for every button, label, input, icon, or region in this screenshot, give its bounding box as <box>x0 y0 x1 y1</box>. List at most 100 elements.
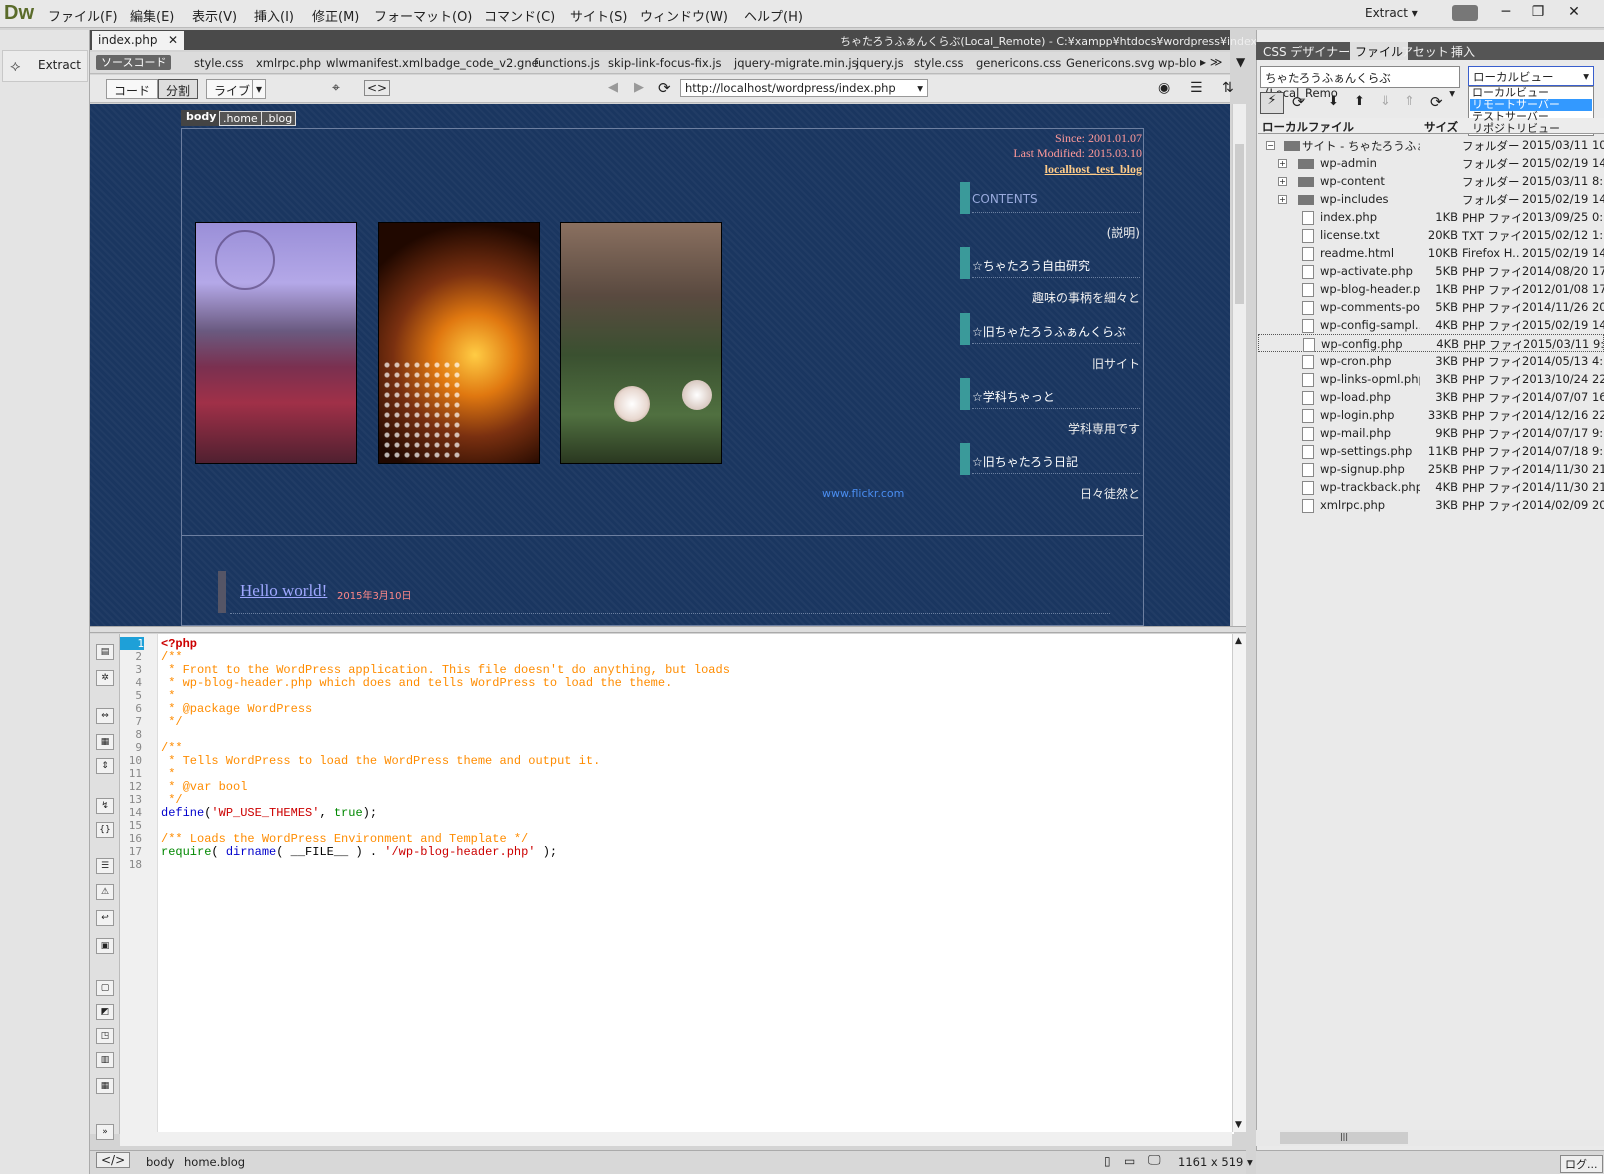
menu-item[interactable]: ファイル(F) <box>48 6 118 25</box>
more-files-icon[interactable]: ▸ ≫ <box>1200 55 1222 69</box>
file-row[interactable]: wp-blog-header.p... 1KB PHP ファイ...2012/01/… <box>1258 280 1604 298</box>
code-line[interactable]: * Tells WordPress to load the WordPress … <box>161 754 600 768</box>
inspect-icon[interactable]: ⌖ <box>332 80 340 96</box>
file-management-icon[interactable]: ☰ <box>1190 80 1203 96</box>
sync-icon[interactable]: ⇅ <box>1222 80 1234 96</box>
file-row[interactable]: wp-load.php 3KB PHP ファイ...2014/07/07 16 <box>1258 388 1604 406</box>
format-source-icon[interactable]: ▦ <box>96 1078 114 1094</box>
desktop-size-icon[interactable]: 🖵 <box>1148 1153 1161 1168</box>
back-icon[interactable]: ◀ <box>608 80 618 95</box>
flickr-link[interactable]: www.flickr.com <box>822 487 904 500</box>
code-line[interactable]: * Front to the WordPress application. Th… <box>161 663 730 677</box>
refresh-files-icon[interactable]: ⟳ <box>1292 93 1305 111</box>
wrap-tag-icon[interactable]: ◩ <box>96 1004 114 1020</box>
collapse-icon[interactable]: ✲ <box>96 670 114 686</box>
element-tag-body[interactable]: body <box>181 110 222 126</box>
file-row[interactable]: + wp-admin フォルダー 2015/02/19 14 <box>1258 154 1604 172</box>
select-parent-icon[interactable]: ▦ <box>96 734 114 750</box>
expand-icon[interactable]: + <box>1278 195 1287 204</box>
file-row[interactable]: readme.html 10KB Firefox H... 2015/02/19 14 <box>1258 244 1604 262</box>
expand-icon[interactable]: + <box>1278 159 1287 168</box>
url-field[interactable]: http://localhost/wordpress/index.php ▾ <box>680 79 928 97</box>
blog-name-link[interactable]: localhost_test_blog <box>990 162 1142 177</box>
related-file-tab[interactable]: jquery.js <box>856 56 904 70</box>
remove-comment-icon[interactable]: ▢ <box>96 980 114 996</box>
file-row[interactable]: xmlrpc.php 3KB PHP ファイ...2014/02/09 20 <box>1258 496 1604 514</box>
menu-item[interactable]: サイト(S) <box>570 6 627 25</box>
file-row[interactable]: − サイト - ちゃたろうふぁ... フォルダー2015/03/11 10 <box>1258 136 1604 154</box>
log-button[interactable]: ログ... <box>1560 1155 1603 1173</box>
view-option[interactable]: リポジトリビュー <box>1470 123 1592 135</box>
check-out-icon[interactable]: ⇓ <box>1380 94 1391 109</box>
view-selector[interactable]: ローカルビュー ▾ <box>1468 66 1594 86</box>
code-line[interactable]: require( dirname( __FILE__ ) . '/wp-blog… <box>161 845 557 859</box>
related-file-tab[interactable]: badge_code_v2.gne <box>424 56 539 70</box>
related-file-tab[interactable]: genericons.css <box>976 56 1061 70</box>
code-line[interactable]: <?php <box>161 637 197 651</box>
code-line[interactable]: * @var bool <box>161 780 247 794</box>
file-row[interactable]: + wp-includes フォルダー 2015/02/19 14 <box>1258 190 1604 208</box>
code-line[interactable]: /** Loads the WordPress Environment and … <box>161 832 528 846</box>
file-row[interactable]: wp-config-sampl... 4KB PHP ファイ...2015/02/1… <box>1258 316 1604 334</box>
maximize-button[interactable]: ❐ <box>1524 2 1552 22</box>
tablet-size-icon[interactable]: ▭ <box>1124 1154 1135 1168</box>
element-class-home[interactable]: .home <box>219 111 262 126</box>
workspace-switcher[interactable]: Extract ▾ <box>1365 6 1418 20</box>
nav-link[interactable]: ☆学科ちゃっと <box>972 388 1055 405</box>
file-row[interactable]: wp-config.php 4KB PHP ファイ...2015/03/11 9: <box>1258 334 1604 352</box>
menu-item[interactable]: ウィンドウ(W) <box>640 6 728 25</box>
syntax-error-icon[interactable]: ☰ <box>96 858 114 874</box>
related-file-tab[interactable]: wlwmanifest.xml <box>326 56 423 70</box>
file-row[interactable]: wp-comments-po... 5KB PHP ファイ...2014/11/26… <box>1258 298 1604 316</box>
related-file-tab[interactable]: jquery-migrate.min.js <box>734 56 858 70</box>
panel-tab[interactable]: CSS デザイナー <box>1258 42 1355 60</box>
recent-snippets-icon[interactable]: ◳ <box>96 1028 114 1044</box>
filter-icon[interactable]: ▼ <box>1236 55 1245 69</box>
close-tab-icon[interactable]: ✕ <box>168 33 178 47</box>
code-line[interactable]: * wp-blog-header.php which does and tell… <box>161 676 672 690</box>
expand-icon[interactable]: + <box>1278 177 1287 186</box>
new-file-icon[interactable]: ▤ <box>96 644 114 660</box>
tag-home-blog[interactable]: home.blog <box>184 1155 245 1169</box>
connect-icon[interactable]: ⚡ <box>1260 92 1284 114</box>
tag-selector-icon[interactable]: </> <box>96 1152 131 1168</box>
column-local-files[interactable]: ローカルファイル <box>1262 119 1354 135</box>
file-row[interactable]: wp-settings.php 11KB PHP ファイ...2014/07/18 … <box>1258 442 1604 460</box>
live-options-dropdown[interactable]: ▾ <box>252 79 267 99</box>
word-wrap-icon[interactable]: ⚠ <box>96 884 114 900</box>
panel-tab[interactable]: 挿入 <box>1446 42 1480 60</box>
highlight-icon[interactable]: {} <box>96 822 114 838</box>
nav-link[interactable]: ☆旧ちゃたろう日記 <box>972 453 1078 470</box>
file-row[interactable]: wp-login.php 33KB PHP ファイ...2014/12/16 22 <box>1258 406 1604 424</box>
code-line[interactable]: * <box>161 767 175 781</box>
window-size[interactable]: 1161 x 519 ▾ <box>1178 1155 1253 1169</box>
element-class-blog[interactable]: .blog <box>261 111 297 126</box>
related-file-tab[interactable]: Genericons.svg <box>1066 56 1155 70</box>
code-editor[interactable] <box>158 634 1234 1134</box>
code-line[interactable]: */ <box>161 793 182 807</box>
preview-browser-icon[interactable]: ◉ <box>1158 80 1170 96</box>
file-row[interactable]: wp-links-opml.php 3KB PHP ファイ...2013/10/24… <box>1258 370 1604 388</box>
menu-item[interactable]: 表示(V) <box>192 6 237 25</box>
apply-comment-icon[interactable]: ▣ <box>96 938 114 954</box>
file-row[interactable]: license.txt 20KB TXT ファイ...2015/02/12 1: <box>1258 226 1604 244</box>
split-divider[interactable] <box>90 626 1246 633</box>
code-line[interactable]: * <box>161 689 175 703</box>
related-file-tab[interactable]: functions.js <box>534 56 600 70</box>
nav-link[interactable]: CONTENTS <box>972 192 1038 206</box>
more-tools-icon[interactable]: » <box>96 1124 114 1140</box>
code-view-button[interactable]: コード <box>106 79 159 99</box>
related-file-tab[interactable]: style.css <box>194 56 244 70</box>
file-row[interactable]: wp-cron.php 3KB PHP ファイ...2014/05/13 4: <box>1258 352 1604 370</box>
menu-item[interactable]: 修正(M) <box>312 6 359 25</box>
file-row[interactable]: wp-signup.php 25KB PHP ファイ...2014/11/30 21 <box>1258 460 1604 478</box>
menu-item[interactable]: ヘルプ(H) <box>744 6 803 25</box>
code-navigator-icon[interactable]: <> <box>364 80 391 96</box>
related-file-tab[interactable]: xmlrpc.php <box>256 56 321 70</box>
file-row[interactable]: wp-activate.php 5KB PHP ファイ...2014/08/20 1… <box>1258 262 1604 280</box>
file-row[interactable]: index.php 1KB PHP ファイ...2013/09/25 0: <box>1258 208 1604 226</box>
code-horizontal-scrollbar[interactable] <box>120 1132 1232 1146</box>
check-in-icon[interactable]: ⇑ <box>1404 94 1415 109</box>
code-line[interactable]: * @package WordPress <box>161 702 312 716</box>
related-file-tab[interactable]: style.css <box>914 56 964 70</box>
